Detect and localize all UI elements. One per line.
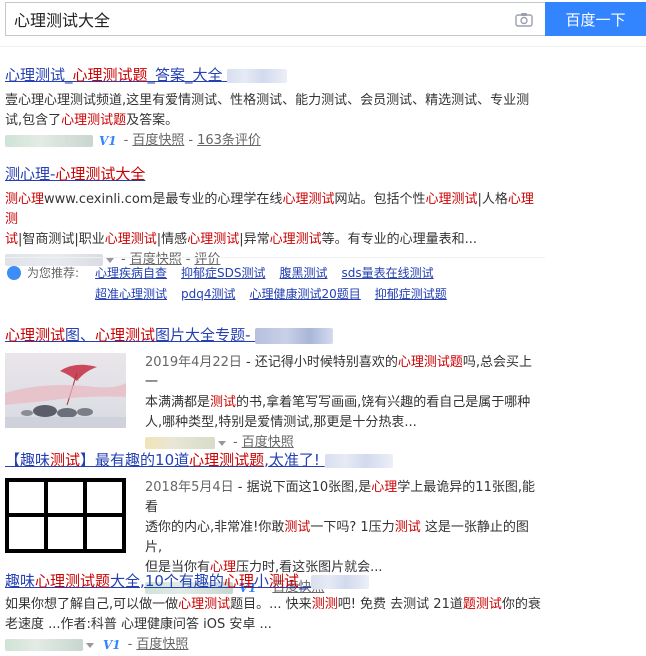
search-input[interactable] bbox=[6, 3, 545, 35]
result-abstract: 2018年5月4日 - 据说下面这10张图,是心理学上最诡异的11张图,能看 透… bbox=[145, 480, 535, 575]
result-thumbnail[interactable] bbox=[5, 353, 126, 428]
result-title[interactable]: 【趣味测试】最有趣的10道心理测试题,太准了! bbox=[5, 450, 565, 470]
header-divider bbox=[0, 46, 646, 47]
recommend-box: 为您推荐: 心理疾病自查 抑郁症SDS测试 腹黑测试 sds量表在线测试 超准心理测试… bbox=[5, 257, 545, 309]
recommend-link[interactable]: pdq4测试 bbox=[181, 287, 236, 301]
v1-badge-icon: V1 bbox=[103, 638, 121, 652]
blurred-url bbox=[5, 135, 93, 147]
result-title[interactable]: 测心理-心理测试大全 bbox=[5, 164, 545, 184]
recommend-label: 为您推荐: bbox=[27, 266, 80, 280]
result-thumbnail[interactable] bbox=[5, 478, 126, 553]
recommend-link[interactable]: 超准心理测试 bbox=[95, 287, 167, 301]
result-title[interactable]: 趣味心理测试题大全,10个有趣的心理小测试_ bbox=[5, 571, 545, 591]
recommend-link[interactable]: 腹黑测试 bbox=[280, 266, 328, 280]
recommend-link[interactable]: 抑郁症SDS测试 bbox=[181, 266, 265, 280]
result-abstract: 如果你想了解自己,可以做一做心理测试题目。... 快来测测吧! 免费 去测试 2… bbox=[5, 597, 541, 632]
search-input-wrap bbox=[5, 2, 545, 36]
recommend-link[interactable]: 心理健康测试20题目 bbox=[250, 287, 361, 301]
result-abstract: 壹心理心理测试频道,这里有爱情测试、性格测试、能力测试、会员测试、精选测试、专业… bbox=[5, 93, 530, 128]
search-bar: 百度一下 bbox=[5, 2, 646, 36]
search-button[interactable]: 百度一下 bbox=[545, 2, 646, 36]
result-4: 【趣味测试】最有趣的10道心理测试题,太准了! 2018年5月4日 - 据说下面… bbox=[5, 450, 565, 595]
blurred-text bbox=[311, 574, 370, 589]
dropdown-arrow-icon[interactable] bbox=[218, 440, 226, 446]
blurred-text bbox=[324, 453, 393, 468]
result-title[interactable]: 心理测试_心理测试题_答案_大全 bbox=[5, 65, 545, 85]
recommend-link[interactable]: 心理疾病自查 bbox=[95, 266, 167, 280]
blurred-text bbox=[255, 327, 334, 344]
camera-icon[interactable] bbox=[515, 12, 533, 27]
paw-icon bbox=[7, 266, 21, 280]
snapshot-link[interactable]: 百度快照 bbox=[136, 635, 188, 655]
result-title[interactable]: 心理测试图、心理测试图片大全专题- bbox=[5, 325, 565, 345]
recommend-link[interactable]: 抑郁症测试题 bbox=[375, 287, 447, 301]
v1-badge-icon: V1 bbox=[99, 134, 117, 148]
recommend-link[interactable]: sds量表在线测试 bbox=[342, 266, 434, 280]
result-1: 心理测试_心理测试题_答案_大全 壹心理心理测试频道,这里有爱情测试、性格测试、… bbox=[5, 65, 545, 151]
result-5: 趣味心理测试题大全,10个有趣的心理小测试_ 如果你想了解自己,可以做一做心理测… bbox=[5, 571, 545, 655]
result-2: 测心理-心理测试大全 测心理www.cexinli.com是最专业的心理学在线心… bbox=[5, 164, 545, 270]
snapshot-link[interactable]: 百度快照 bbox=[132, 131, 184, 151]
dropdown-arrow-icon[interactable] bbox=[86, 642, 94, 648]
recommend-row-1: 心理疾病自查 抑郁症SDS测试 腹黑测试 sds量表在线测试 bbox=[95, 264, 448, 281]
blurred-url bbox=[5, 639, 83, 651]
recommend-row-2: 超准心理测试 pdq4测试 心理健康测试20题目 抑郁症测试题 bbox=[95, 285, 461, 302]
result-3: 心理测试图、心理测试图片大全专题- 2019年4月22日 - 还记得小时候特别喜… bbox=[5, 325, 565, 450]
result-abstract: 2019年4月22日 - 还记得小时候特别喜欢的心理测试题吗,总会买上一 本满满… bbox=[145, 355, 533, 430]
result-meta: V1 - 百度快照 - 163条评价 bbox=[5, 131, 545, 151]
result-abstract: 测心理www.cexinli.com是最专业的心理学在线心理测试网站。包括个性心… bbox=[5, 192, 534, 247]
result-content: 2019年4月22日 - 还记得小时候特别喜欢的心理测试题吗,总会买上一 本满满… bbox=[145, 353, 545, 453]
reviews-link[interactable]: 163条评价 bbox=[197, 131, 261, 151]
result-meta: V1 - 百度快照 bbox=[5, 635, 545, 655]
blurred-text bbox=[227, 68, 288, 83]
blurred-url bbox=[145, 437, 215, 449]
